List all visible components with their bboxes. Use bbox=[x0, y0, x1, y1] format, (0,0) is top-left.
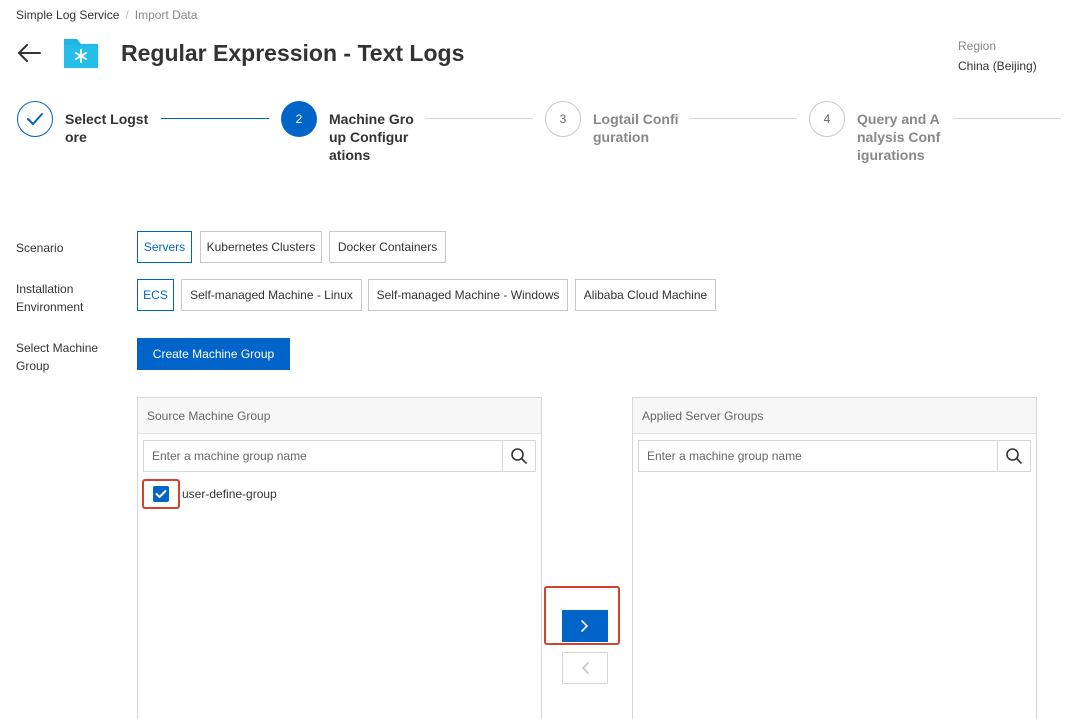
step-3-label: Logtail Configuration bbox=[593, 111, 679, 145]
installation-option-windows[interactable]: Self-managed Machine - Windows bbox=[368, 279, 568, 311]
scenario-option-kubernetes[interactable]: Kubernetes Clusters bbox=[200, 231, 322, 263]
scenario-option-servers[interactable]: Servers bbox=[137, 231, 192, 263]
applied-search-input[interactable] bbox=[639, 441, 997, 471]
source-machine-group-panel: Source Machine Group user-define-group bbox=[137, 397, 542, 719]
move-right-button[interactable] bbox=[562, 610, 608, 642]
breadcrumb-current: Import Data bbox=[134, 8, 198, 22]
chevron-right-icon bbox=[581, 620, 588, 632]
step-connector-1 bbox=[161, 118, 269, 119]
scenario-label: Scenario bbox=[16, 241, 64, 255]
installation-option-ecs[interactable]: ECS bbox=[137, 279, 174, 311]
list-item[interactable]: user-define-group bbox=[142, 479, 277, 509]
step-2-label: Machine Group Configurations bbox=[329, 111, 414, 163]
installation-environment-label: Installation Environment bbox=[16, 282, 84, 314]
checkbox-checked-icon[interactable] bbox=[153, 486, 169, 502]
chevron-left-icon bbox=[582, 662, 589, 674]
step-4-number: 4 bbox=[809, 101, 845, 137]
step-2-number: 2 bbox=[281, 101, 317, 137]
region-label: Region bbox=[958, 39, 997, 53]
page-title: Regular Expression - Text Logs bbox=[121, 40, 465, 66]
breadcrumb-separator: / bbox=[125, 8, 129, 22]
step-1-check-icon bbox=[17, 101, 53, 137]
breadcrumb: Simple Log Service / Import Data bbox=[16, 8, 197, 22]
checkbox-highlight bbox=[142, 479, 180, 509]
search-icon[interactable] bbox=[502, 441, 535, 471]
step-3-number: 3 bbox=[545, 101, 581, 137]
applied-panel-title: Applied Server Groups bbox=[633, 398, 1036, 434]
list-item-label: user-define-group bbox=[182, 487, 277, 501]
folder-star-icon bbox=[62, 36, 100, 70]
source-panel-title: Source Machine Group bbox=[138, 398, 541, 434]
step-4-label: Query and Analysis Configurations bbox=[857, 111, 941, 163]
move-left-button[interactable] bbox=[562, 652, 608, 684]
create-machine-group-button[interactable]: Create Machine Group bbox=[137, 338, 290, 370]
scenario-option-docker[interactable]: Docker Containers bbox=[329, 231, 446, 263]
select-machine-group-label: Select Machine Group bbox=[16, 341, 99, 373]
source-search-input[interactable] bbox=[144, 441, 502, 471]
region-info: Region China (Beijing) bbox=[958, 36, 1037, 76]
installation-option-linux[interactable]: Self-managed Machine - Linux bbox=[181, 279, 362, 311]
breadcrumb-root-link[interactable]: Simple Log Service bbox=[16, 8, 119, 22]
back-arrow-icon[interactable] bbox=[16, 40, 42, 66]
applied-search bbox=[638, 440, 1031, 472]
region-value: China (Beijing) bbox=[958, 59, 1037, 73]
installation-option-alibaba-cloud[interactable]: Alibaba Cloud Machine bbox=[575, 279, 716, 311]
source-search bbox=[143, 440, 536, 472]
step-connector-2 bbox=[425, 118, 533, 119]
applied-server-groups-panel: Applied Server Groups bbox=[632, 397, 1037, 719]
step-connector-3 bbox=[689, 118, 797, 119]
search-icon[interactable] bbox=[997, 441, 1030, 471]
step-connector-4 bbox=[953, 118, 1061, 119]
step-1-label: Select Logstore bbox=[65, 111, 149, 145]
